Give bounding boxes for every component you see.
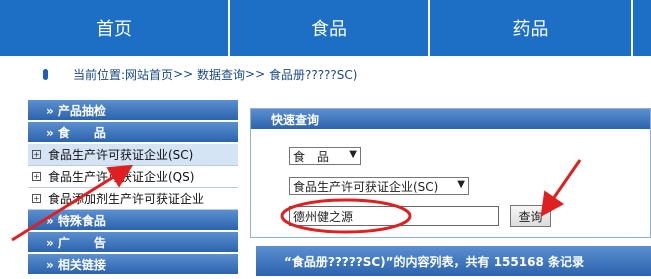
nav-food[interactable]: 食品 [230, 0, 430, 56]
menu-cat-inspection[interactable]: » 产品抽检 [28, 100, 238, 122]
nav-more[interactable] [633, 0, 651, 56]
breadcrumb-current: 食品册?????SC) [268, 67, 358, 82]
quick-search-title: 快速查询 [251, 109, 650, 129]
menu-sub-additive[interactable]: + 食品添加剂生产许可获证企业 [28, 188, 238, 210]
menu-sub-qs[interactable]: + 食品生产许可获证企业(QS) [28, 166, 238, 188]
type-select[interactable]: 食品生产许可获证企业(SC) ▼ [289, 177, 469, 195]
breadcrumb-sep: >> [245, 67, 266, 81]
menu-cat-special[interactable]: » 特殊食品 [28, 210, 238, 232]
menu-sub-label: 食品添加剂生产许可获证企业 [48, 192, 205, 206]
left-menu: » 产品抽检 » 食 品 + 食品生产许可获证企业(SC) + 食品生产许可获证… [28, 100, 238, 276]
nav-home[interactable]: 首页 [0, 0, 230, 56]
menu-sub-label: 食品生产许可获证企业(SC) [48, 148, 194, 162]
menu-sub-sc[interactable]: + 食品生产许可获证企业(SC) [28, 144, 238, 166]
location-pin-icon [43, 68, 48, 80]
breadcrumb-query[interactable]: 数据查询 [197, 66, 245, 83]
menu-cat-links[interactable]: » 相关链接 [28, 254, 238, 276]
result-summary: “食品册?????SC)”的内容列表，共有 155168 条记录 [256, 246, 651, 276]
menu-cat-food[interactable]: » 食 品 [28, 122, 238, 144]
expand-icon: + [32, 193, 41, 203]
nav-drug[interactable]: 药品 [430, 0, 633, 56]
chevron-down-icon: ▼ [457, 179, 465, 190]
expand-icon: + [32, 149, 41, 159]
menu-sub-label: 食品生产许可获证企业(QS) [48, 170, 195, 184]
menu-cat-ads[interactable]: » 广 告 [28, 232, 238, 254]
type-select-value: 食品生产许可获证企业(SC) [293, 179, 439, 194]
category-select-value: 食 品 [293, 149, 330, 164]
category-select[interactable]: 食 品 ▼ [289, 147, 361, 165]
breadcrumb-prefix: 当前位置: [73, 67, 126, 82]
top-nav: 首页 食品 药品 [0, 0, 651, 56]
breadcrumb-sep: >> [173, 67, 194, 81]
breadcrumb: 当前位置: 网站首页 >> 数据查询 >> 食品册?????SC) [0, 56, 651, 92]
expand-icon: + [32, 171, 41, 181]
quick-search-panel: 快速查询 食 品 ▼ 食品生产许可获证企业(SC) ▼ 德州健之源 查询 [250, 108, 651, 238]
query-button[interactable]: 查询 [510, 205, 551, 227]
chevron-down-icon: ▼ [349, 149, 357, 160]
breadcrumb-home[interactable]: 网站首页 [125, 66, 173, 83]
keyword-input[interactable]: 德州健之源 [289, 206, 499, 226]
